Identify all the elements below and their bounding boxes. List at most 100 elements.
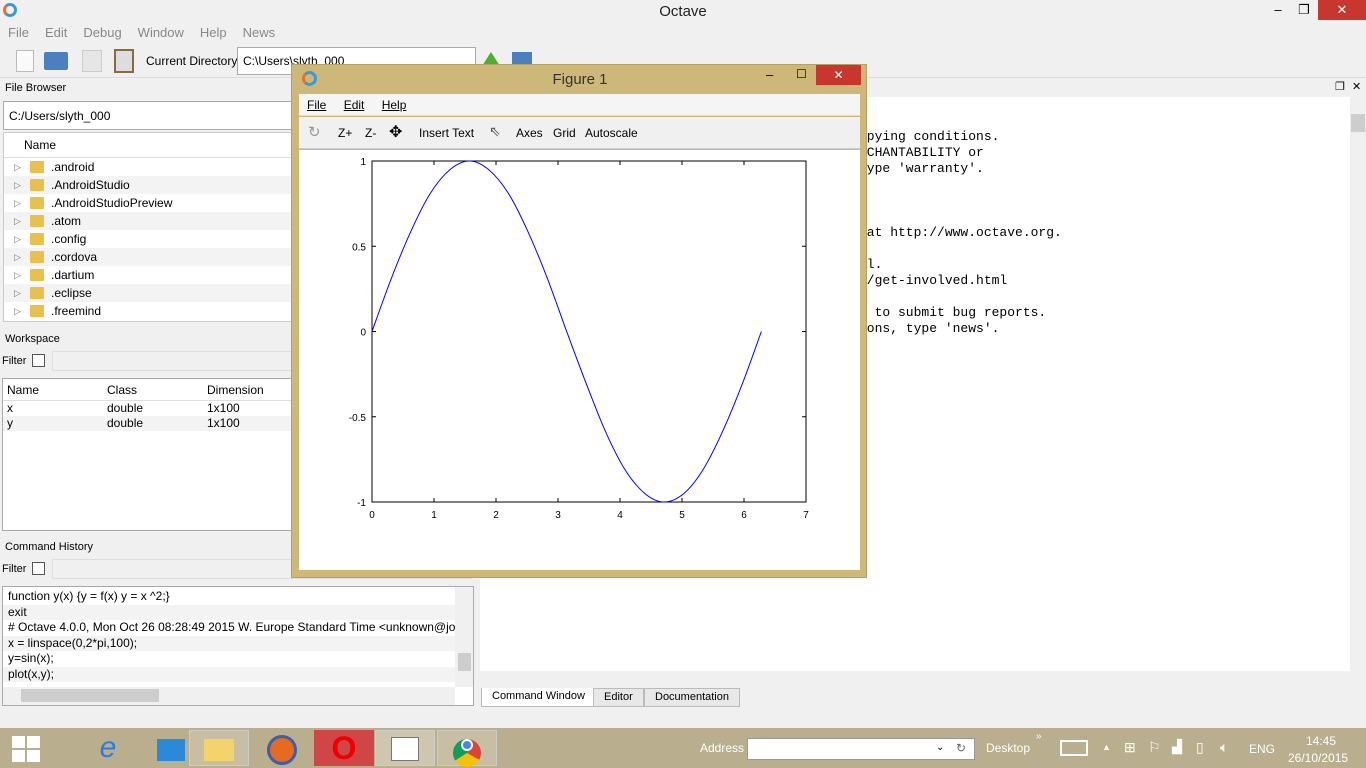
current-directory-label: Current Directory:	[146, 54, 241, 68]
toolbar-overflow-icon[interactable]: »	[1036, 731, 1042, 742]
history-item[interactable]: function y(x) {y = f(x) y = x ^2;}	[3, 589, 455, 605]
menu-help[interactable]: Help	[200, 25, 227, 40]
figure-menu-edit[interactable]: Edit	[344, 98, 365, 112]
file-item[interactable]: ▷ .atom	[4, 212, 302, 230]
file-explorer-icon[interactable]	[189, 730, 249, 766]
history-items: function y(x) {y = f(x) y = x ^2;} exit # …	[3, 587, 455, 682]
volume-icon[interactable]: 🔈︎	[1220, 739, 1228, 756]
pan-icon[interactable]: ✥	[389, 122, 402, 142]
history-item[interactable]: x = linspace(0,2*pi,100);	[3, 635, 455, 651]
tab-editor[interactable]: Editor	[593, 688, 644, 707]
minimize-button[interactable]: –	[1264, 0, 1292, 20]
start-button[interactable]	[12, 736, 40, 762]
opera-icon[interactable]: O	[314, 730, 374, 766]
workspace-filter-checkbox[interactable]	[32, 354, 45, 367]
menu-edit[interactable]: Edit	[45, 25, 67, 40]
expand-arrow-icon[interactable]: ▷	[14, 230, 21, 248]
address-input[interactable]: ⌄ ↻	[747, 738, 975, 760]
menu-bar: File Edit Debug Window Help News	[0, 24, 1366, 44]
menu-debug[interactable]: Debug	[83, 25, 121, 40]
file-item[interactable]: ▷ .config	[4, 230, 302, 248]
expand-arrow-icon[interactable]: ▷	[14, 302, 21, 320]
command-window-hscrollbar[interactable]	[480, 671, 1366, 686]
autoscale-button[interactable]: Autoscale	[585, 126, 638, 140]
file-item[interactable]: ▷ .AndroidStudio	[4, 176, 302, 194]
select-pointer-icon[interactable]: ⇖	[489, 123, 501, 140]
command-window-scrollbar[interactable]	[1350, 97, 1366, 671]
figure-menu-file[interactable]: File	[307, 98, 326, 112]
rotate-icon[interactable]: ↻	[308, 123, 321, 141]
clock-time[interactable]: 14:45	[1306, 734, 1336, 748]
expand-arrow-icon[interactable]: ▷	[14, 212, 21, 230]
expand-arrow-icon[interactable]: ▷	[14, 284, 21, 302]
file-item[interactable]: ▷ .freemind	[4, 302, 302, 320]
history-vertical-scrollbar[interactable]	[455, 587, 473, 687]
file-item[interactable]: ▷ .android	[4, 158, 302, 176]
file-item[interactable]: ▷ .eclipse	[4, 284, 302, 302]
address-dropdown-icon[interactable]: ⌄	[936, 742, 944, 753]
command-window-close-icon[interactable]: ✕	[1352, 80, 1361, 93]
show-hidden-icons[interactable]: ▲	[1102, 742, 1111, 752]
firefox-icon[interactable]	[252, 730, 312, 766]
plot-background	[299, 150, 860, 570]
action-center-flag-icon[interactable]: ⚐	[1148, 739, 1161, 756]
zoom-out-button[interactable]: Z-	[365, 126, 376, 140]
menu-file[interactable]: File	[8, 25, 29, 40]
close-button[interactable]: ✕	[1318, 0, 1366, 20]
file-item[interactable]: ▷ .dartium	[4, 266, 302, 284]
tab-documentation[interactable]: Documentation	[644, 688, 740, 707]
menu-news[interactable]: News	[243, 25, 276, 40]
maximize-button[interactable]: ❐	[1290, 0, 1318, 20]
column-header-name[interactable]: Name	[4, 133, 302, 158]
history-horizontal-scrollbar[interactable]	[3, 687, 455, 705]
file-rows: ▷ .android ▷ .AndroidStudio ▷ .AndroidStudioP…	[4, 158, 302, 320]
figure-maximize-button[interactable]: ☐	[796, 67, 807, 81]
workspace-filter-input[interactable]	[52, 351, 302, 371]
copy-icon[interactable]	[82, 50, 102, 72]
expand-arrow-icon[interactable]: ▷	[14, 194, 21, 212]
desktop-toolbar-label[interactable]: Desktop	[986, 741, 1030, 755]
clock-date[interactable]: 26/10/2015	[1288, 751, 1348, 765]
history-item[interactable]: exit	[3, 604, 455, 620]
windows-tray-icon[interactable]: ⊞	[1124, 739, 1136, 756]
expand-arrow-icon[interactable]: ▷	[14, 248, 21, 266]
battery-icon[interactable]: ▯	[1196, 739, 1204, 756]
expand-arrow-icon[interactable]: ▷	[14, 266, 21, 284]
internet-explorer-icon[interactable]: e	[78, 730, 138, 766]
language-indicator[interactable]: ENG	[1249, 742, 1275, 756]
col-name[interactable]: Name	[7, 379, 39, 401]
cell: x	[7, 401, 13, 415]
history-item[interactable]: plot(x,y);	[3, 666, 455, 682]
new-file-icon[interactable]	[16, 50, 34, 72]
chrome-icon[interactable]	[437, 730, 497, 767]
col-class[interactable]: Class	[107, 379, 137, 401]
col-dimension[interactable]: Dimension	[207, 379, 264, 401]
plot-canvas[interactable]: 0 1 2 3 4 5 6 7 1 0.5 0 -0.5 -1	[299, 150, 860, 570]
tab-command-window[interactable]: Command Window	[481, 688, 596, 707]
figure-close-button[interactable]: ✕	[816, 65, 861, 85]
file-item[interactable]: ▷ .AndroidStudioPreview	[4, 194, 302, 212]
command-window-float-icon[interactable]: ❐	[1335, 80, 1345, 93]
table-row[interactable]: y double 1x100	[3, 416, 301, 431]
table-row[interactable]: x double 1x100	[3, 401, 301, 416]
zoom-in-button[interactable]: Z+	[338, 126, 352, 140]
figure-menu-help[interactable]: Help	[382, 98, 407, 112]
file-item[interactable]: ▷ .cordova	[4, 248, 302, 266]
file-browser-path-input[interactable]: C:/Users/slyth_000	[3, 101, 303, 130]
figure-minimize-button[interactable]: –	[766, 67, 773, 82]
paste-icon[interactable]	[114, 49, 134, 73]
insert-text-button[interactable]: Insert Text	[419, 126, 474, 140]
expand-arrow-icon[interactable]: ▷	[14, 158, 21, 176]
history-filter-checkbox[interactable]	[32, 562, 45, 575]
octave-taskbar-icon[interactable]	[375, 730, 435, 766]
open-folder-icon[interactable]	[44, 52, 68, 70]
refresh-icon[interactable]: ↻	[956, 741, 966, 755]
axes-button[interactable]: Axes	[516, 126, 543, 140]
grid-button[interactable]: Grid	[553, 126, 576, 140]
touch-keyboard-icon[interactable]	[1060, 740, 1088, 756]
network-signal-icon[interactable]: ▟	[1172, 739, 1182, 755]
history-item[interactable]: y=sin(x);	[3, 651, 455, 667]
history-item[interactable]: # Octave 4.0.0, Mon Oct 26 08:28:49 2015…	[3, 620, 455, 636]
menu-window[interactable]: Window	[138, 25, 184, 40]
expand-arrow-icon[interactable]: ▷	[14, 176, 21, 194]
